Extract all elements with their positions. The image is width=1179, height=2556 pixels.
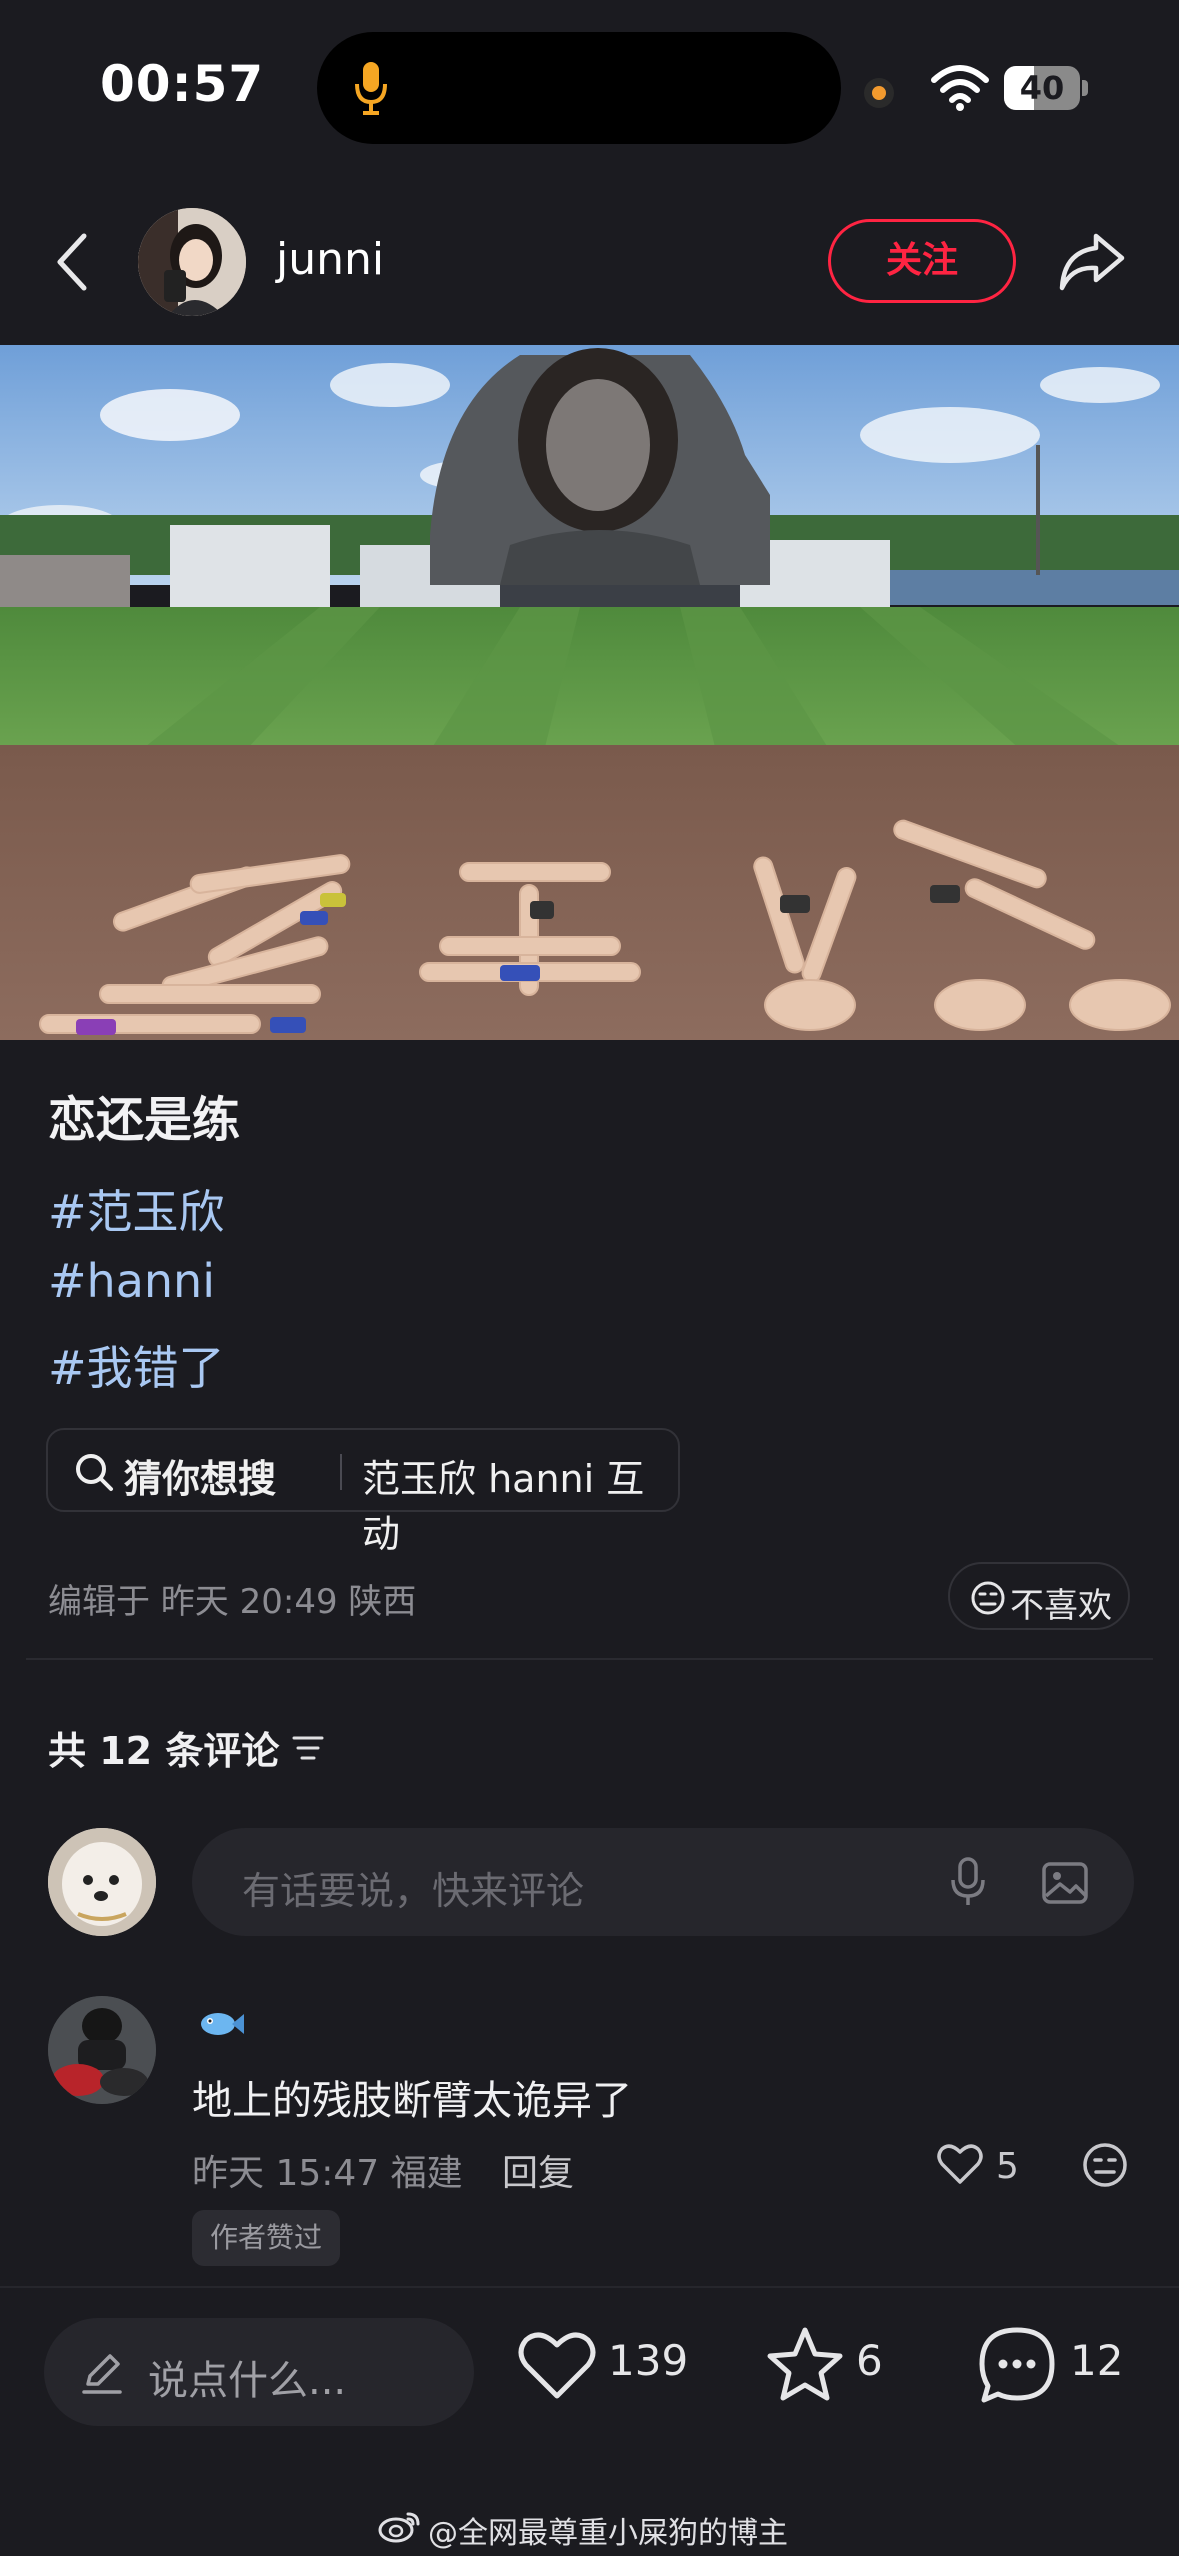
- image-picker-icon[interactable]: [1040, 1858, 1090, 1908]
- dynamic-island: [317, 32, 841, 144]
- section-divider: [26, 1658, 1153, 1660]
- commenter-avatar[interactable]: [48, 1996, 156, 2104]
- microphone-icon: [355, 62, 387, 115]
- dislike-label: 不喜欢: [1010, 1586, 1112, 1626]
- voice-input-icon[interactable]: [948, 1856, 988, 1908]
- battery-indicator: 40: [1004, 66, 1088, 110]
- comment-count: 12: [1070, 2336, 1124, 2385]
- comment-bubble-icon[interactable]: [976, 2324, 1058, 2406]
- weibo-logo-icon: [378, 2512, 420, 2543]
- author-avatar[interactable]: [138, 208, 246, 316]
- collect-star-icon[interactable]: [764, 2324, 846, 2404]
- pen-icon: [82, 2354, 122, 2394]
- post-header: junni 关注: [0, 200, 1179, 340]
- bottom-action-bar: 说点什么... 139 6 12: [0, 2288, 1179, 2468]
- back-arrow-icon[interactable]: [52, 230, 92, 294]
- search-prefix: 猜你想搜: [124, 1457, 277, 1501]
- like-heart-icon[interactable]: [516, 2328, 598, 2402]
- wifi-icon: [931, 65, 989, 111]
- like-count: 139: [608, 2336, 689, 2385]
- chip-divider: [340, 1454, 342, 1490]
- battery-level: 40: [1019, 69, 1065, 107]
- reply-button[interactable]: 回复: [502, 2144, 574, 2196]
- collect-count: 6: [856, 2336, 883, 2385]
- hashtag-link[interactable]: #范玉欣: [48, 1176, 225, 1242]
- current-user-avatar: [48, 1828, 156, 1936]
- hashtag-link[interactable]: #我错了: [48, 1332, 225, 1398]
- say-something-label: 说点什么...: [148, 2358, 347, 2404]
- comment-count-heading: 共 12 条评论: [48, 1729, 280, 1773]
- search-icon: [76, 1454, 113, 1491]
- privacy-indicator-icon: [864, 78, 894, 108]
- dislike-button[interactable]: 不喜欢: [948, 1562, 1130, 1630]
- fish-badge-icon: [201, 2013, 244, 2035]
- comment-like-heart-icon[interactable]: [936, 2142, 984, 2186]
- post-meta: 编辑于 昨天 20:49 陕西: [48, 1582, 417, 1622]
- watermark-text: @全网最尊重小屎狗的博主: [428, 2516, 788, 2551]
- status-time: 00:57: [100, 55, 265, 113]
- search-query: 范玉欣 hanni 互动: [362, 1457, 645, 1556]
- author-liked-badge: 作者赞过: [192, 2210, 341, 2266]
- sort-filter-icon[interactable]: [290, 1730, 326, 1766]
- follow-button[interactable]: 关注: [828, 219, 1016, 303]
- comment-input-placeholder: 有话要说，快来评论: [242, 1869, 585, 1913]
- author-username[interactable]: junni: [276, 234, 384, 285]
- comment-meta: 昨天 15:47 福建: [192, 2153, 463, 2194]
- comment-like-count: 5: [996, 2146, 1019, 2187]
- stadium-photo: [0, 345, 1179, 1040]
- share-icon[interactable]: [1056, 228, 1128, 294]
- hashtag-link[interactable]: #hanni: [48, 1254, 215, 1308]
- comment-dislike-face-icon[interactable]: [1082, 2142, 1128, 2188]
- suggested-search-chip[interactable]: 猜你想搜 范玉欣 hanni 互动: [46, 1428, 680, 1556]
- status-bar: 00:57 40: [0, 0, 1179, 175]
- comment-text: 地上的残肢断臂太诡异了: [192, 2078, 632, 2124]
- comment-input[interactable]: 有话要说，快来评论: [192, 1828, 1134, 1936]
- post-title: 恋还是练: [48, 1092, 241, 1148]
- post-image[interactable]: [0, 345, 1179, 1040]
- dislike-face-icon: [971, 1581, 1005, 1615]
- say-something-input[interactable]: 说点什么...: [44, 2318, 474, 2426]
